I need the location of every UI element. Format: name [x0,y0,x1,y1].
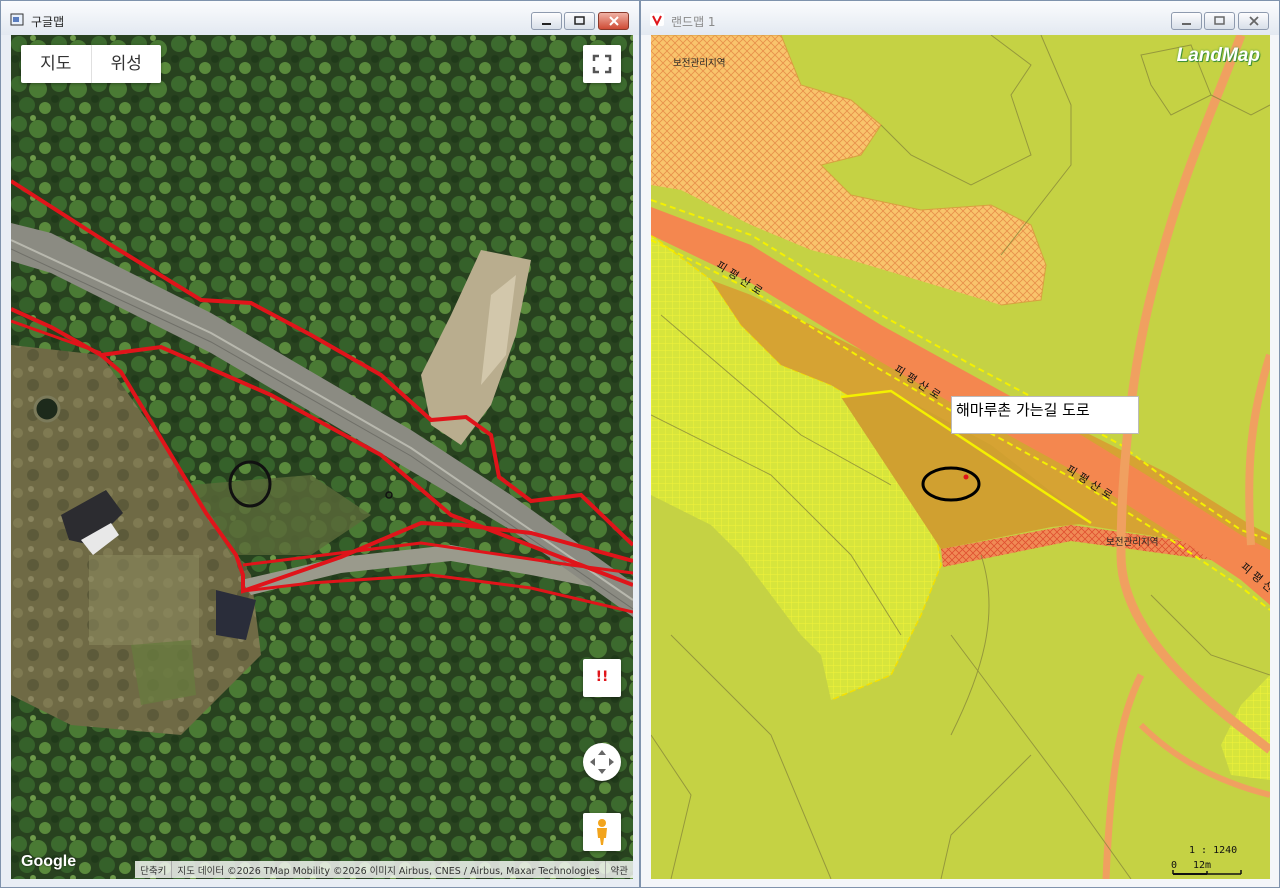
minimize-button[interactable] [1171,12,1202,30]
map-type-satellite-button[interactable]: 위성 [90,45,162,83]
annotation-callout: 해마루촌 가는길 도로 [951,396,1139,434]
move-camera-icon [590,750,614,774]
close-button[interactable] [1238,12,1269,30]
google-map-window: 구글맵 지도 위성 !! Google 단축키 지도 데이터 ©2026 TMa… [0,0,640,888]
maximize-icon [574,16,585,25]
window-app-icon [10,13,24,26]
scale-ratio: 1 : 1240 [1189,845,1238,856]
map-attribution: 지도 데이터 ©2026 TMap Mobility ©2026 이미지 Air… [171,861,604,878]
zone-label-conservation: 보전관리지역 [1106,537,1159,548]
landmap-app-icon [650,13,664,26]
close-icon [609,16,619,26]
report-icon: !! [595,669,609,685]
close-button[interactable] [598,12,629,30]
pegman-icon [597,819,607,845]
maximize-button[interactable] [1204,12,1235,30]
window-title: 구글맵 [31,15,65,29]
maximize-button[interactable] [564,12,595,30]
keyboard-shortcuts-link[interactable]: 단축키 [135,861,171,878]
fullscreen-button[interactable] [583,45,621,83]
map-type-toggle: 지도 위성 [21,45,161,83]
close-icon [1249,16,1259,26]
maximize-icon [1214,16,1225,25]
report-button[interactable]: !! [583,659,621,697]
minimize-button[interactable] [531,12,562,30]
google-logo: Google [21,853,77,870]
satellite-imagery [11,35,633,879]
fullscreen-icon [592,54,612,74]
move-camera-button[interactable] [583,743,621,781]
zoning-map[interactable]: LandMap 보전관리지역 보전관리지역 피평산로 피평산로 피평산로 피평산… [651,35,1270,879]
landmap-logo: LandMap [1176,45,1260,66]
scale-line [1172,870,1242,875]
zone-label-conservation: 보전관리지역 [673,58,726,69]
title-bar[interactable]: 구글맵 [1,1,639,35]
street-view-button[interactable] [583,813,621,851]
landmap-window: 랜드맵 1 LandMap 보전관리지역 보전관리지역 피평산로 피평산로 피평… [640,0,1280,888]
scale-bar: 1 : 1240 0 12m [1171,845,1242,878]
map-type-map-button[interactable]: 지도 [21,45,91,83]
title-bar[interactable]: 랜드맵 1 [641,1,1279,35]
satellite-map[interactable]: 지도 위성 !! Google 단축키 지도 데이터 ©2026 TMap Mo… [11,35,633,879]
minimize-icon [1182,23,1191,25]
map-footer: 단축키 지도 데이터 ©2026 TMap Mobility ©2026 이미지… [135,861,633,878]
terms-link[interactable]: 약관 [604,861,633,878]
window-title: 랜드맵 1 [671,15,716,29]
zoning-map-graphic [651,35,1270,879]
minimize-icon [542,23,551,25]
